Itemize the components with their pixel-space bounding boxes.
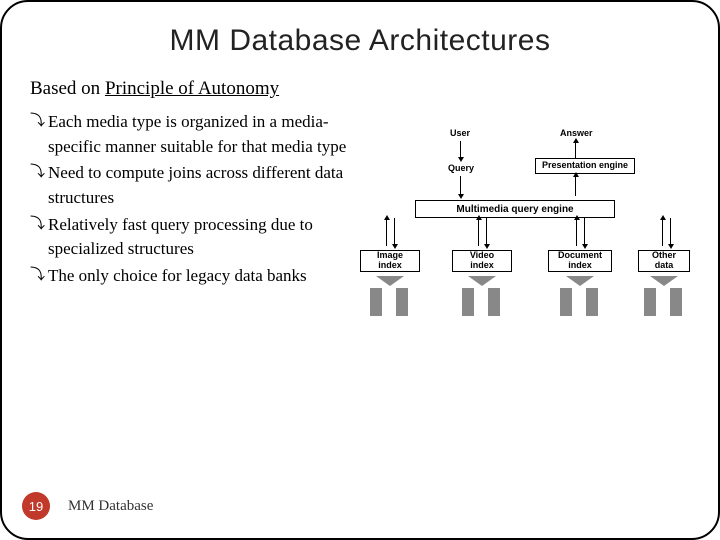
bullet-glyph-icon: ⤵ <box>30 213 48 236</box>
content-row: ⤵ Each media type is organized in a medi… <box>30 110 690 343</box>
footer-label: MM Database <box>68 498 153 515</box>
arrow-line <box>670 218 671 246</box>
db-triangle-icon <box>468 276 496 286</box>
arrow-head-up-icon <box>573 138 579 143</box>
arrow-head-up-icon <box>384 215 390 220</box>
arrow-line <box>575 141 576 159</box>
arrow-line <box>662 218 663 246</box>
slide-footer: 19 MM Database <box>22 492 153 520</box>
bullet-item: ⤵ Need to compute joins across different… <box>30 161 354 210</box>
arrow-head-down-icon <box>392 244 398 249</box>
arrow-line <box>576 218 577 246</box>
arrow-head-up-icon <box>573 172 579 177</box>
bullet-item: ⤵ The only choice for legacy data banks <box>30 264 354 289</box>
arrow-line <box>478 218 479 246</box>
db-rect-icon <box>560 288 572 316</box>
bullet-list: ⤵ Each media type is organized in a medi… <box>30 110 360 290</box>
arrow-head-up-icon <box>476 215 482 220</box>
arrow-line <box>486 218 487 246</box>
diagram-index-box: Image index <box>360 250 420 272</box>
bullet-glyph-icon: ⤵ <box>30 161 48 184</box>
db-triangle-icon <box>566 276 594 286</box>
bullet-glyph-icon: ⤵ <box>30 264 48 287</box>
arrow-head-down-icon <box>458 194 464 199</box>
arrow-line <box>575 175 576 196</box>
arrow-head-down-icon <box>484 244 490 249</box>
diagram-index-box: Document index <box>548 250 612 272</box>
diagram-presentation-box: Presentation engine <box>535 158 635 174</box>
arrow-head-up-icon <box>660 215 666 220</box>
diagram-query-label: Query <box>448 163 474 173</box>
architecture-diagram: User Answer Query Presentation engine Mu… <box>360 128 690 343</box>
slide-title: MM Database Architectures <box>30 24 690 58</box>
arrow-head-down-icon <box>582 244 588 249</box>
db-rect-icon <box>462 288 474 316</box>
db-triangle-icon <box>650 276 678 286</box>
db-rect-icon <box>670 288 682 316</box>
db-rect-icon <box>488 288 500 316</box>
arrow-head-down-icon <box>668 244 674 249</box>
db-triangle-icon <box>376 276 404 286</box>
slide-subtitle: Based on Principle of Autonomy <box>30 78 690 100</box>
arrow-line <box>584 218 585 246</box>
diagram-index-box: Video index <box>452 250 512 272</box>
db-rect-icon <box>396 288 408 316</box>
db-rect-icon <box>644 288 656 316</box>
subtitle-underlined: Principle of Autonomy <box>105 78 279 99</box>
diagram-answer-label: Answer <box>560 128 593 138</box>
diagram-index-box: Other data <box>638 250 690 272</box>
arrow-line <box>394 218 395 246</box>
bullet-glyph-icon: ⤵ <box>30 110 48 133</box>
db-rect-icon <box>586 288 598 316</box>
slide: MM Database Architectures Based on Princ… <box>0 0 720 540</box>
arrow-head-down-icon <box>458 157 464 162</box>
arrow-line <box>460 176 461 196</box>
bullet-text: Relatively fast query processing due to … <box>48 213 354 262</box>
bullet-text: The only choice for legacy data banks <box>48 264 354 289</box>
bullet-item: ⤵ Relatively fast query processing due t… <box>30 213 354 262</box>
bullet-text: Need to compute joins across different d… <box>48 161 354 210</box>
diagram-user-label: User <box>450 128 470 138</box>
page-number-badge: 19 <box>22 492 50 520</box>
bullet-item: ⤵ Each media type is organized in a medi… <box>30 110 354 159</box>
diagram-mm-engine-box: Multimedia query engine <box>415 200 615 218</box>
subtitle-prefix: Based on <box>30 78 105 99</box>
arrow-head-up-icon <box>574 215 580 220</box>
db-rect-icon <box>370 288 382 316</box>
arrow-line <box>386 218 387 246</box>
bullet-text: Each media type is organized in a media-… <box>48 110 354 159</box>
